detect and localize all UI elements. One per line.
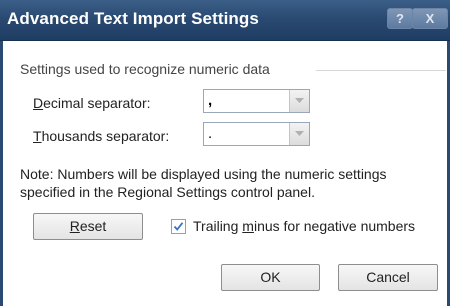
thousands-separator-label: Thousands separator:	[33, 128, 170, 144]
title-bar: Advanced Text Import Settings ? X	[0, 0, 450, 41]
group-divider	[316, 70, 446, 71]
checkmark-icon	[173, 222, 184, 231]
thousands-separator-combo[interactable]: .	[203, 122, 310, 146]
window-title: Advanced Text Import Settings	[7, 9, 259, 28]
trailing-minus-label[interactable]: Trailing minus for negative numbers	[193, 218, 415, 234]
decimal-separator-value: ,	[208, 92, 213, 109]
regional-settings-note: Note: Numbers will be displayed using th…	[20, 166, 387, 200]
close-button[interactable]: X	[412, 8, 448, 29]
trailing-minus-checkbox[interactable]	[171, 219, 186, 234]
chevron-down-icon	[295, 131, 304, 136]
thousands-separator-value: .	[208, 125, 213, 142]
numeric-settings-group-label: Settings used to recognize numeric data	[20, 61, 270, 77]
decimal-separator-dropdown-button[interactable]	[289, 90, 309, 112]
window-frame-left	[0, 41, 3, 306]
help-button[interactable]: ?	[387, 8, 413, 29]
decimal-separator-combo[interactable]: ,	[203, 89, 310, 113]
thousands-separator-dropdown-button[interactable]	[289, 123, 309, 145]
ok-button[interactable]: OK	[221, 264, 320, 291]
reset-button[interactable]: Reset	[33, 213, 143, 240]
chevron-down-icon	[295, 98, 304, 103]
decimal-separator-label: Decimal separator:	[33, 95, 151, 111]
cancel-button[interactable]: Cancel	[338, 264, 438, 291]
